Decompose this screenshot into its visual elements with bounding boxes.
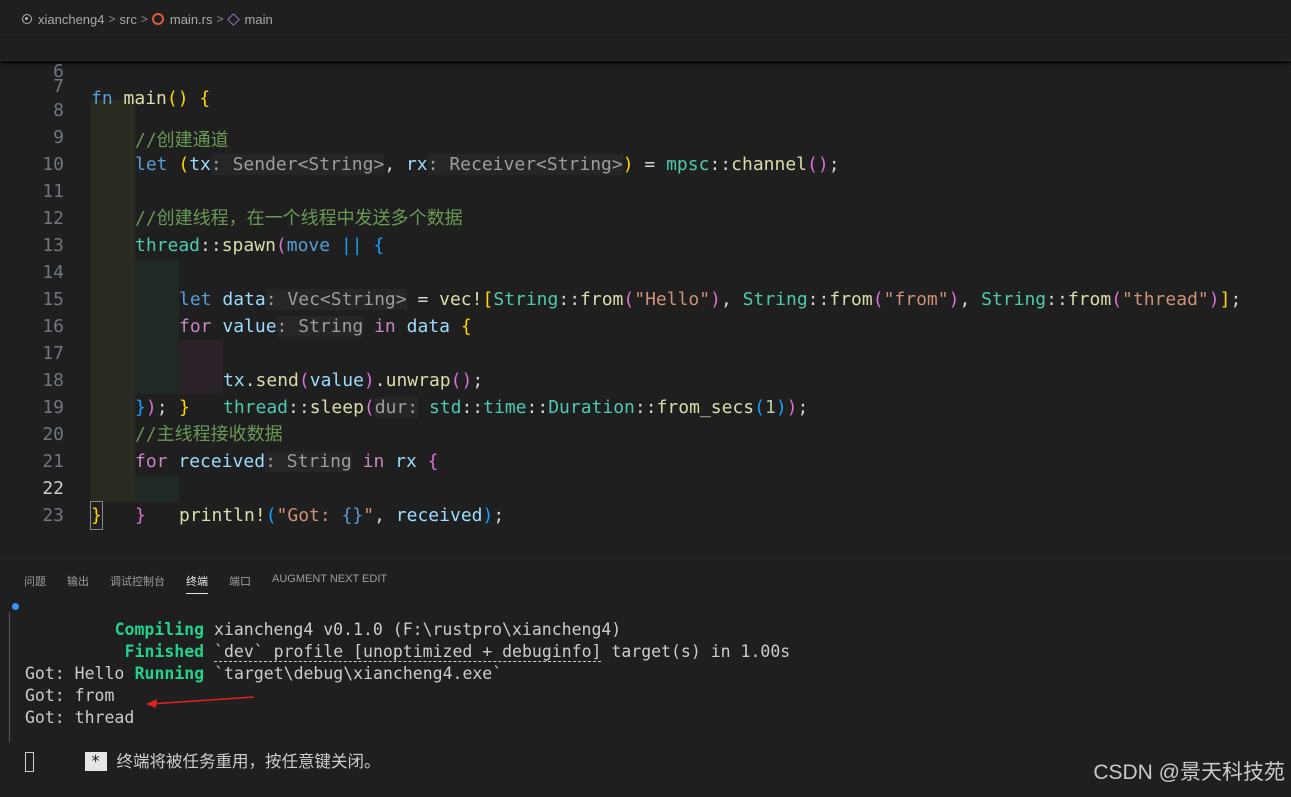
breadcrumb-item-src[interactable]: src [120, 12, 137, 27]
rust-file-icon [151, 13, 164, 25]
code-line[interactable]: 17 }); [0, 313, 1291, 418]
task-star-badge: * [84, 752, 107, 771]
breadcrumb-separator: > [140, 12, 148, 26]
tab-output[interactable]: 输出 [67, 573, 89, 594]
terminal-line: Finished `dev` profile [unoptimized + de… [65, 619, 790, 662]
annotation-arrow-icon [146, 696, 255, 708]
running-text: `target\debug\xiancheng4.exe` [214, 664, 503, 683]
breadcrumb-item-project[interactable]: xiancheng4 [22, 12, 105, 27]
code-editor[interactable]: 7 //创建通道 8 let (tx: Sender<String>, rx: … [0, 38, 1291, 558]
running-label: Running [134, 664, 205, 683]
code-text: } [135, 505, 146, 526]
code-line[interactable]: 10 //创建线程，在一个线程中发送多个数据 [0, 124, 1291, 229]
code-line[interactable]: 16 } [0, 286, 1291, 418]
code-line[interactable]: 23 [0, 475, 1291, 526]
function-symbol-icon [226, 12, 240, 26]
watermark: CSDN @景天科技苑 [1093, 761, 1285, 784]
line-number: 23 [42, 505, 64, 526]
code-line[interactable]: 20 println!("Got: {}", received); [0, 394, 1291, 526]
line-number: 6 [53, 61, 64, 82]
tab-terminal[interactable]: 终端 [186, 573, 208, 594]
code-line[interactable]: 14 tx.send(value).unwrap(); [0, 232, 1291, 391]
breadcrumb-item-symbol[interactable]: main [226, 11, 273, 27]
code-line[interactable]: 19 for received: String in rx { [0, 367, 1291, 472]
terminal-output-line: Got: thread [25, 708, 135, 727]
tab-debug-console[interactable]: 调试控制台 [110, 573, 165, 594]
reuse-message: 终端将被任务重用，按任意键关闭。 [116, 752, 381, 771]
breadcrumb-label: main.rs [169, 11, 213, 27]
terminal-line: * 终端将被任务重用，按任意键关闭。 [25, 729, 380, 771]
tab-augment-next-edit[interactable]: AUGMENT NEXT EDIT [272, 573, 387, 594]
terminal-line: Running `target\debug\xiancheng4.exe` [75, 641, 503, 683]
breadcrumb-label: main [244, 11, 273, 27]
breadcrumb-separator: > [108, 12, 116, 26]
sticky-code-text: fn main() { [91, 88, 211, 109]
code-text: println!("Got: {}", received); [179, 505, 505, 526]
code-line-current[interactable]: 22 } [0, 448, 1291, 530]
terminal-cursor [25, 752, 34, 772]
code-line[interactable]: 13 for value: String in data { [0, 205, 1291, 337]
breadcrumb-label: src [119, 11, 137, 27]
terminal-output-line: Got: Hello [25, 664, 125, 683]
terminal-line: Compiling xiancheng4 v0.1.0 (F:\rustpro\… [55, 597, 622, 639]
finished-tail: target(s) in 1.00s [601, 642, 791, 661]
tab-problems[interactable]: 问题 [24, 573, 46, 594]
terminal-output-line: Got: from [25, 686, 115, 705]
panel-tabs: 问题 输出 调试控制台 终端 端口 AUGMENT NEXT EDIT [24, 573, 408, 594]
code-line[interactable]: 12 let data: Vec<String> = vec![String::… [0, 178, 1291, 310]
command-decoration-bar [9, 612, 10, 742]
sticky-scroll-header[interactable]: 6 fn main() { [0, 38, 1291, 109]
command-decoration-icon[interactable] [12, 603, 19, 610]
tab-ports[interactable]: 端口 [229, 573, 251, 594]
breadcrumb-label: xiancheng4 [38, 11, 105, 27]
code-line[interactable]: 15 thread::sleep(dur: std::time::Duratio… [0, 259, 1291, 418]
folder-icon [22, 14, 32, 24]
breadcrumb-item-file[interactable]: main.rs [151, 11, 213, 27]
code-text: } [90, 501, 103, 530]
breadcrumb-separator: > [216, 12, 224, 26]
code-line[interactable]: 18 //主线程接收数据 [0, 340, 1291, 445]
code-line[interactable]: 11 thread::spawn(move || { [0, 151, 1291, 256]
code-line[interactable]: 21 } [0, 421, 1291, 526]
